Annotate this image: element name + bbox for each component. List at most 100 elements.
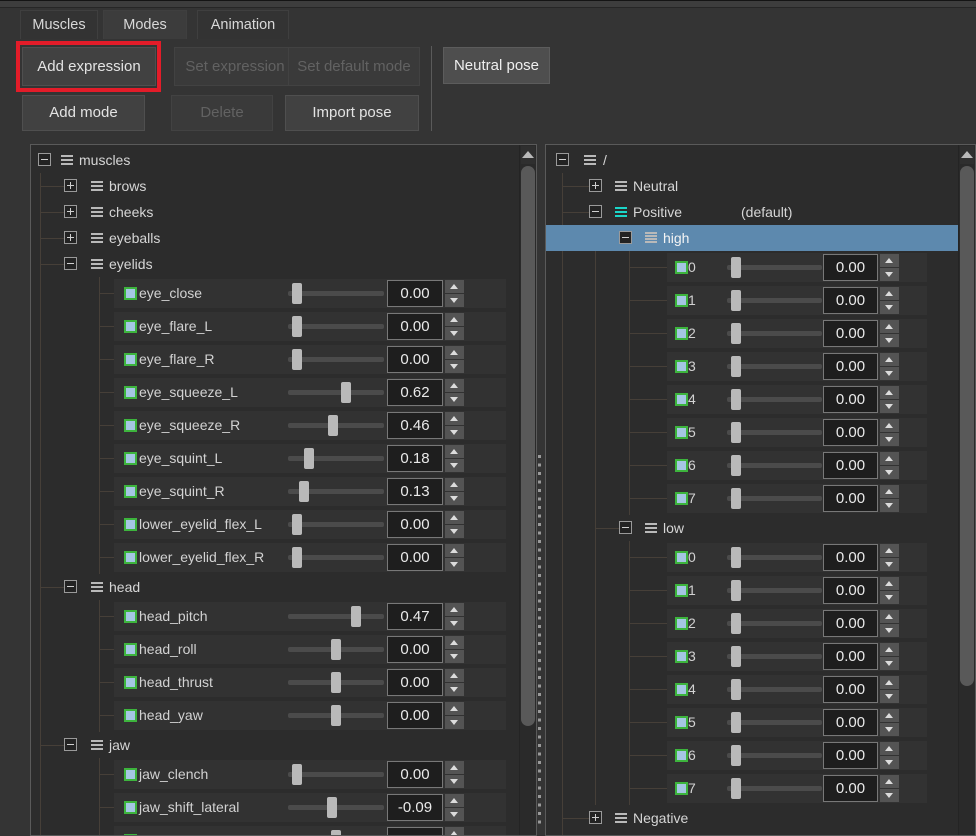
value-input[interactable]: 0.00: [823, 775, 878, 802]
spin-up-button[interactable]: [880, 544, 899, 557]
slider-track[interactable]: [288, 357, 384, 362]
spin-down-button[interactable]: [445, 459, 464, 472]
value-input[interactable]: 0.00: [823, 419, 878, 446]
spin-down-button[interactable]: [445, 525, 464, 538]
slider-handle[interactable]: [331, 705, 341, 726]
channel-checkbox-icon[interactable]: [675, 716, 688, 729]
slider-handle[interactable]: [292, 547, 302, 568]
tree-label[interactable]: Positive: [633, 199, 682, 225]
slider-handle[interactable]: [731, 356, 741, 377]
left-scrollbar[interactable]: [519, 145, 536, 835]
spin-down-button[interactable]: [880, 334, 899, 347]
slider-handle[interactable]: [292, 764, 302, 785]
channel-checkbox-icon[interactable]: [675, 683, 688, 696]
channel-checkbox-icon[interactable]: [124, 551, 137, 564]
slider-track[interactable]: [288, 555, 384, 560]
slider-handle[interactable]: [292, 514, 302, 535]
value-input[interactable]: -0.09: [387, 794, 443, 821]
channel-checkbox-icon[interactable]: [124, 643, 137, 656]
tree-expander-minus-icon[interactable]: [619, 521, 632, 534]
spin-down-button[interactable]: [880, 367, 899, 380]
value-input[interactable]: 0.00: [387, 280, 443, 307]
tree-label[interactable]: eyeballs: [109, 225, 160, 251]
channel-checkbox-icon[interactable]: [675, 360, 688, 373]
slider-handle[interactable]: [731, 455, 741, 476]
slider-handle[interactable]: [327, 797, 337, 818]
tree-expander-minus-icon[interactable]: [619, 231, 632, 244]
channel-checkbox-icon[interactable]: [675, 327, 688, 340]
value-input[interactable]: 0.00: [387, 346, 443, 373]
spin-up-button[interactable]: [880, 320, 899, 333]
value-input[interactable]: 0.00: [387, 827, 443, 835]
channel-checkbox-icon[interactable]: [124, 320, 137, 333]
tree-expander-plus-icon[interactable]: [64, 179, 77, 192]
value-input[interactable]: 0.00: [823, 676, 878, 703]
tree-item-head[interactable]: head: [31, 574, 519, 600]
tree-item-muscles[interactable]: muscles: [31, 147, 519, 173]
slider-handle[interactable]: [299, 481, 309, 502]
scroll-up-icon[interactable]: [960, 146, 974, 164]
slider-track[interactable]: [727, 588, 822, 593]
slider-track[interactable]: [727, 496, 822, 501]
spin-up-button[interactable]: [445, 346, 464, 359]
tree-item-low[interactable]: low: [546, 515, 958, 541]
slider-handle[interactable]: [331, 639, 341, 660]
spin-up-button[interactable]: [445, 478, 464, 491]
spin-down-button[interactable]: [445, 492, 464, 505]
value-input[interactable]: 0.00: [823, 386, 878, 413]
channel-checkbox-icon[interactable]: [675, 650, 688, 663]
tree-expander-plus-icon[interactable]: [589, 179, 602, 192]
value-input[interactable]: 0.47: [387, 603, 443, 630]
spin-up-button[interactable]: [445, 827, 464, 835]
value-input[interactable]: 0.18: [387, 445, 443, 472]
spin-up-button[interactable]: [880, 254, 899, 267]
tree-expander-plus-icon[interactable]: [64, 205, 77, 218]
channel-checkbox-icon[interactable]: [675, 617, 688, 630]
value-input[interactable]: 0.00: [387, 669, 443, 696]
channel-checkbox-icon[interactable]: [124, 709, 137, 722]
spin-down-button[interactable]: [445, 426, 464, 439]
channel-checkbox-icon[interactable]: [124, 518, 137, 531]
spin-down-button[interactable]: [880, 591, 899, 604]
tree-expander-minus-icon[interactable]: [556, 153, 569, 166]
tree-item-root[interactable]: /: [546, 147, 958, 173]
value-input[interactable]: 0.00: [387, 313, 443, 340]
value-input[interactable]: 0.00: [823, 610, 878, 637]
value-input[interactable]: 0.00: [823, 742, 878, 769]
tree-item-high[interactable]: high: [546, 225, 958, 251]
tree-item-eyeballs[interactable]: eyeballs: [31, 225, 519, 251]
slider-handle[interactable]: [731, 712, 741, 733]
slider-handle[interactable]: [292, 316, 302, 337]
channel-checkbox-icon[interactable]: [675, 426, 688, 439]
tree-label[interactable]: head: [109, 574, 140, 600]
tree-label[interactable]: eyelids: [109, 251, 153, 277]
slider-track[interactable]: [727, 720, 822, 725]
delete-button[interactable]: Delete: [171, 95, 273, 131]
channel-checkbox-icon[interactable]: [124, 452, 137, 465]
channel-checkbox-icon[interactable]: [675, 782, 688, 795]
channel-checkbox-icon[interactable]: [675, 294, 688, 307]
value-input[interactable]: 0.00: [387, 702, 443, 729]
spin-up-button[interactable]: [880, 419, 899, 432]
spin-down-button[interactable]: [445, 716, 464, 729]
slider-handle[interactable]: [731, 389, 741, 410]
spin-down-button[interactable]: [880, 466, 899, 479]
slider-handle[interactable]: [292, 283, 302, 304]
spin-up-button[interactable]: [445, 636, 464, 649]
scroll-up-icon[interactable]: [521, 146, 535, 164]
channel-checkbox-icon[interactable]: [124, 801, 137, 814]
scrollbar-thumb[interactable]: [521, 166, 535, 726]
spin-down-button[interactable]: [880, 657, 899, 670]
spin-up-button[interactable]: [445, 761, 464, 774]
slider-handle[interactable]: [331, 830, 341, 835]
channel-checkbox-icon[interactable]: [124, 386, 137, 399]
tree-label[interactable]: Negative: [633, 805, 688, 831]
tree-label[interactable]: /: [603, 147, 607, 173]
slider-handle[interactable]: [351, 606, 361, 627]
value-input[interactable]: 0.00: [387, 511, 443, 538]
tree-label[interactable]: brows: [109, 173, 146, 199]
spin-down-button[interactable]: [880, 624, 899, 637]
spin-up-button[interactable]: [445, 511, 464, 524]
channel-checkbox-icon[interactable]: [675, 261, 688, 274]
tree-item-neutral[interactable]: Neutral: [546, 173, 958, 199]
